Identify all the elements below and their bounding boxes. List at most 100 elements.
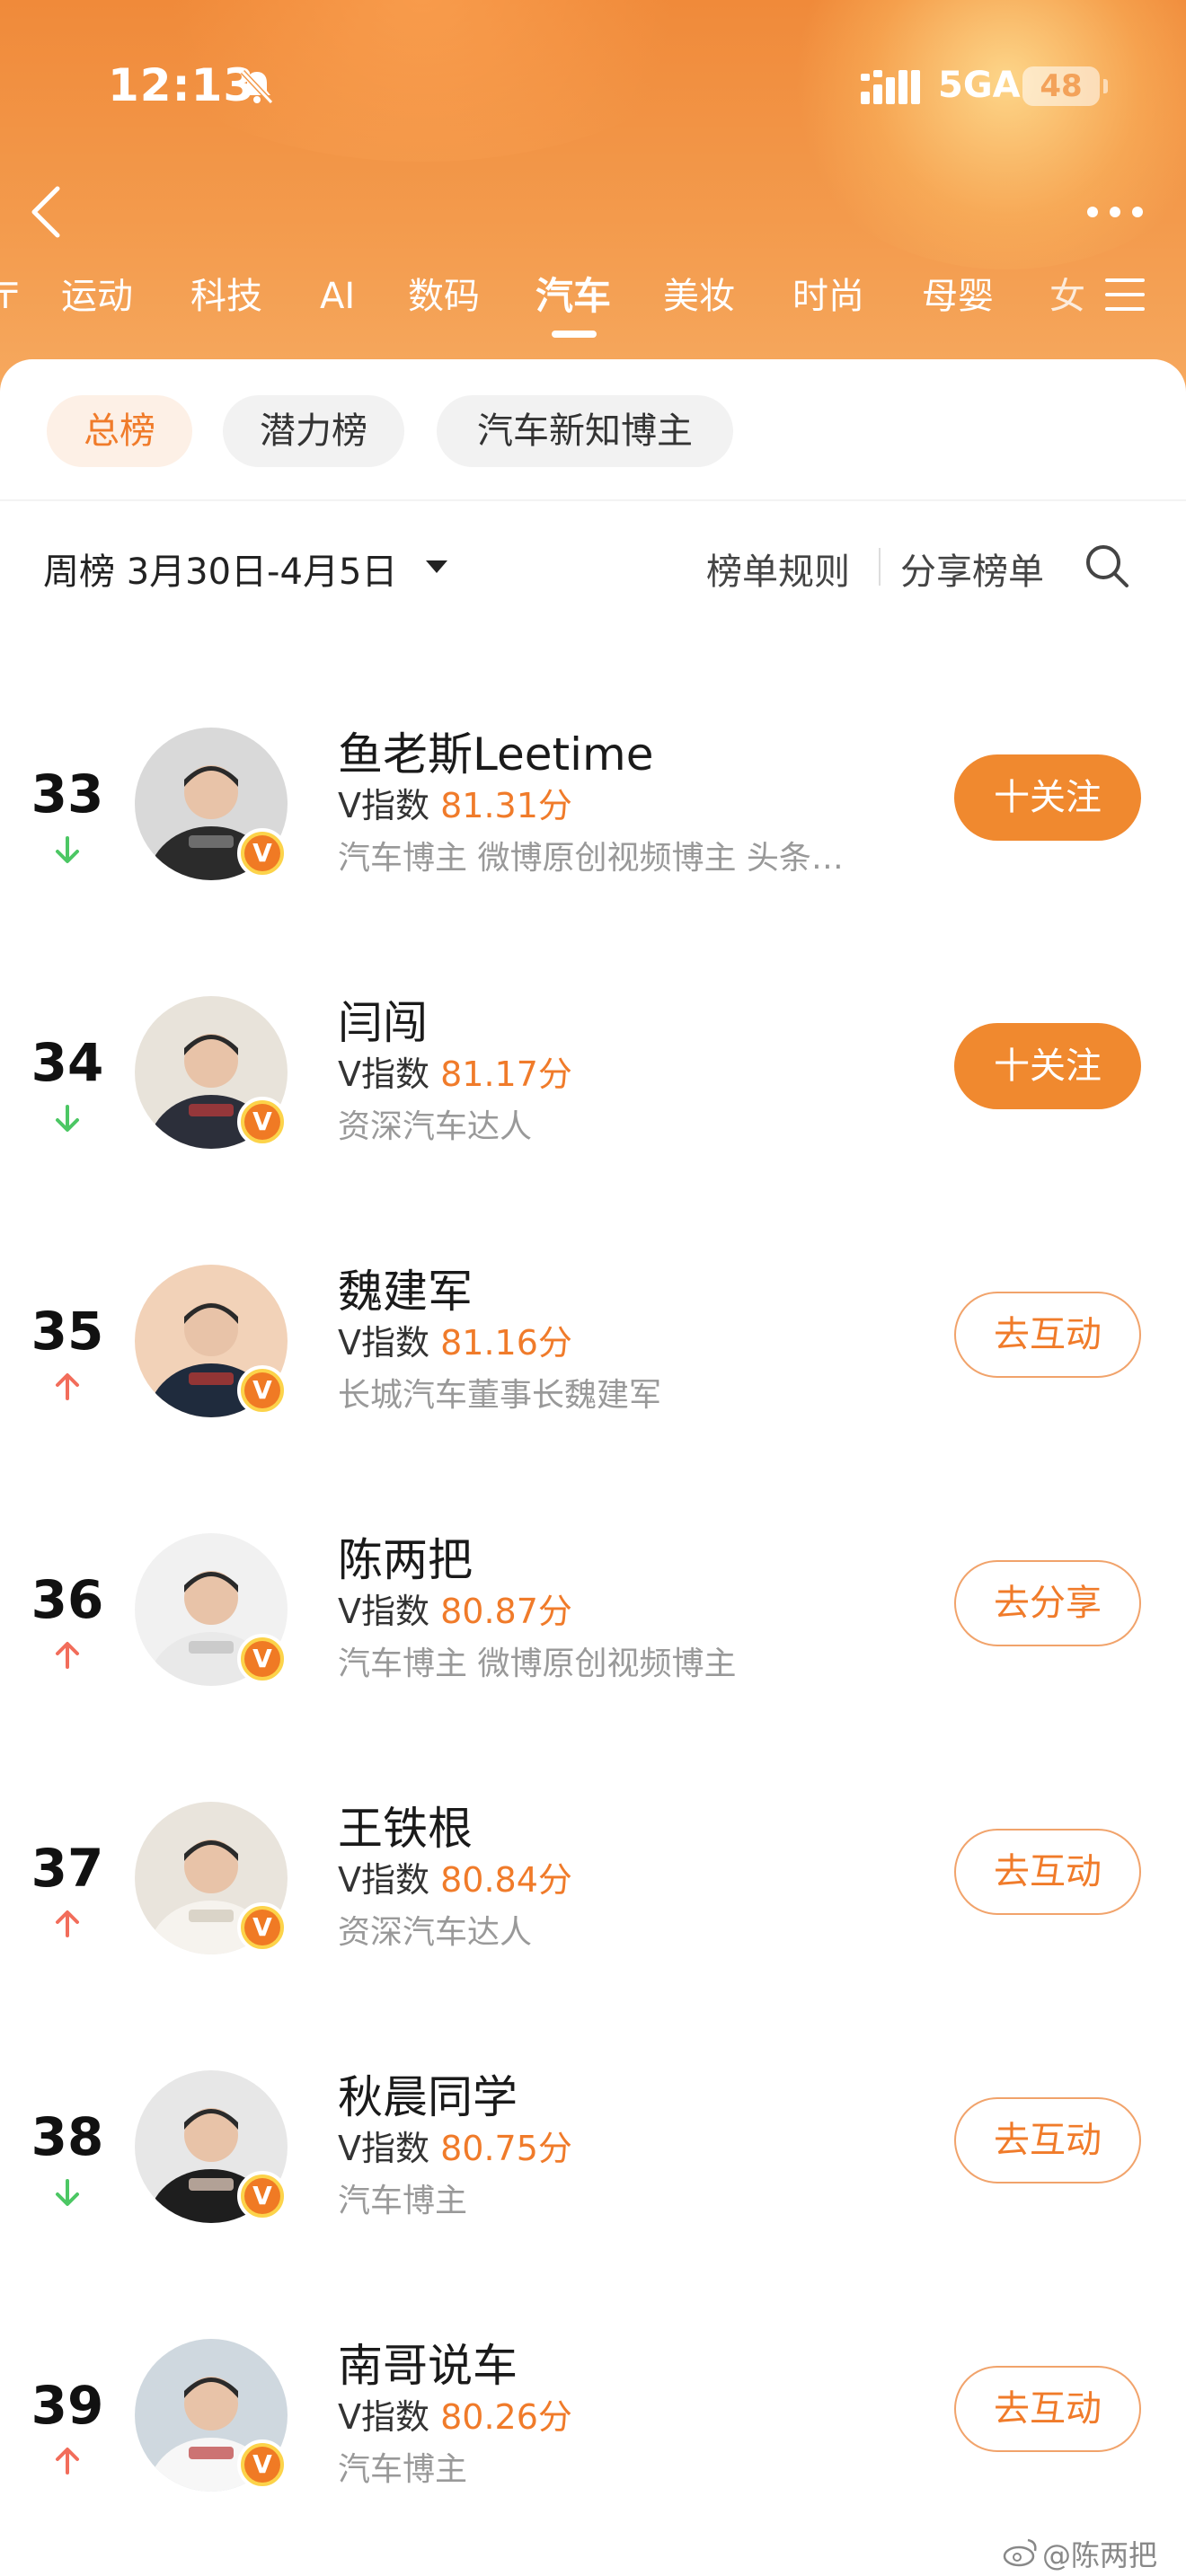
- ranking-rules-link[interactable]: 榜单规则: [706, 543, 850, 595]
- v-index-label: V指数: [338, 1860, 429, 1900]
- rank-number: 38: [31, 2106, 104, 2167]
- subtab-auto-new-bloggers[interactable]: 汽车新知博主: [437, 395, 733, 467]
- v-index-score: 81.16分: [440, 1323, 572, 1363]
- tab-tech[interactable]: 科技: [190, 269, 262, 323]
- blogger-name[interactable]: 陈两把: [338, 1524, 473, 1589]
- blogger-name[interactable]: 南哥说车: [338, 2330, 518, 2395]
- verified-badge-icon: V: [237, 1902, 288, 1953]
- v-index-score: 80.26分: [440, 2397, 572, 2437]
- watermark: @陈两把: [1042, 2538, 1158, 2572]
- ranking-row[interactable]: 36 V 陈两把 V指数 80.87分汽车博主 微博原创视频博主 去分享: [0, 1524, 1186, 1794]
- network-type: 5GA: [938, 65, 1021, 106]
- status-time: 12:13: [108, 59, 256, 111]
- v-index-label: V指数: [338, 786, 429, 825]
- divider: [0, 499, 1186, 501]
- blogger-description: 汽车博主 微博原创视频博主: [338, 1645, 737, 1682]
- interact-button[interactable]: 去互动: [954, 2366, 1141, 2452]
- more-icon[interactable]: [1084, 203, 1146, 221]
- trend-up-icon: [56, 2448, 79, 2475]
- ranking-row[interactable]: 37 V 王铁根 V指数 80.84分资深汽车达人 去互动: [0, 1793, 1186, 2062]
- blogger-description: 资深汽车达人: [338, 1914, 533, 1951]
- verified-badge-icon: V: [237, 2171, 288, 2221]
- signal-icon: [861, 70, 920, 104]
- v-index: V指数 81.16分: [338, 1315, 572, 1364]
- interact-button[interactable]: 去互动: [954, 1829, 1141, 1915]
- weibo-logo-icon: [1003, 2538, 1037, 2567]
- interact-button[interactable]: 去互动: [954, 2097, 1141, 2183]
- v-index-score: 80.87分: [440, 1592, 572, 1631]
- trend-down-icon: [56, 1105, 79, 1132]
- tab-sports[interactable]: 运动: [61, 269, 133, 323]
- bell-off-icon: [240, 69, 274, 105]
- share-ranking-link[interactable]: 分享榜单: [900, 543, 1044, 595]
- ranking-row[interactable]: 38 V 秋晨同学 V指数 80.75分汽车博主 去互动: [0, 2061, 1186, 2331]
- verified-badge-icon: V: [237, 828, 288, 878]
- v-index-label: V指数: [338, 2397, 429, 2437]
- ranking-row[interactable]: 35 V 魏建军 V指数 81.16分长城汽车董事长魏建军 去互动: [0, 1256, 1186, 1525]
- v-index: V指数 81.17分: [338, 1046, 572, 1096]
- blogger-name[interactable]: 王铁根: [338, 1793, 473, 1857]
- blogger-description: 汽车博主 微博原创视频博主 头条…: [338, 840, 844, 877]
- blogger-name[interactable]: 秋晨同学: [338, 2061, 518, 2126]
- v-index-score: 80.84分: [440, 1860, 572, 1900]
- v-index-label: V指数: [338, 2129, 429, 2168]
- rank-number: 37: [31, 1838, 104, 1899]
- tab-fashion[interactable]: 时尚: [792, 269, 864, 323]
- tab-mother-baby[interactable]: 母婴: [922, 269, 994, 323]
- v-index: V指数 80.75分: [338, 2121, 572, 2170]
- week-selector[interactable]: 周榜 3月30日-4月5日: [43, 543, 397, 595]
- v-index-label: V指数: [338, 1323, 429, 1363]
- blogger-description: 汽车博主: [338, 2451, 468, 2488]
- blogger-name[interactable]: 闫闯: [338, 987, 428, 1052]
- active-tab-indicator: [552, 331, 597, 338]
- v-index-score: 81.17分: [440, 1054, 572, 1094]
- subtab-potential[interactable]: 潜力榜: [223, 395, 404, 467]
- ranking-row[interactable]: 33 V 鱼老斯Leetime V指数 81.31分汽车博主 微博原创视频博主 头条……: [0, 719, 1186, 988]
- blogger-name[interactable]: 魏建军: [338, 1256, 473, 1320]
- rank-number: 36: [31, 1569, 104, 1630]
- blogger-description: 长城汽车董事长魏建军: [338, 1377, 662, 1414]
- rank-number: 34: [31, 1032, 104, 1093]
- rank-number: 33: [31, 763, 104, 825]
- menu-icon[interactable]: [1103, 275, 1146, 314]
- verified-badge-icon: V: [237, 1365, 288, 1416]
- rank-number: 39: [31, 2375, 104, 2436]
- ranking-row[interactable]: 34 V 闫闯 V指数 81.17分资深汽车达人 十关注: [0, 987, 1186, 1257]
- rank-number: 35: [31, 1301, 104, 1362]
- separator: [879, 548, 881, 586]
- trend-up-icon: [56, 1373, 79, 1400]
- trend-up-icon: [56, 1642, 79, 1669]
- tab-ai[interactable]: AI: [320, 269, 355, 323]
- v-index-label: V指数: [338, 1592, 429, 1631]
- tab-beauty[interactable]: 美妆: [663, 269, 735, 323]
- follow-button[interactable]: 十关注: [954, 1023, 1141, 1109]
- verified-badge-icon: V: [237, 1097, 288, 1147]
- v-index: V指数 80.26分: [338, 2389, 572, 2439]
- v-index: V指数 80.84分: [338, 1852, 572, 1901]
- verified-badge-icon: V: [237, 1634, 288, 1684]
- search-icon[interactable]: [1084, 543, 1130, 589]
- v-index-score: 81.31分: [440, 786, 572, 825]
- back-arrow-icon[interactable]: [25, 183, 68, 241]
- interact-button[interactable]: 去分享: [954, 1560, 1141, 1646]
- blogger-name[interactable]: 鱼老斯Leetime: [338, 719, 653, 783]
- battery-indicator: 48: [1022, 66, 1108, 106]
- subtab-overall[interactable]: 总榜: [47, 395, 192, 467]
- blogger-description: 资深汽车达人: [338, 1108, 533, 1145]
- verified-badge-icon: V: [237, 2439, 288, 2490]
- v-index: V指数 80.87分: [338, 1584, 572, 1633]
- v-index-score: 80.75分: [440, 2129, 572, 2168]
- interact-button[interactable]: 去互动: [954, 1292, 1141, 1378]
- follow-button[interactable]: 十关注: [954, 754, 1141, 841]
- tab-partial-right[interactable]: 女: [1049, 269, 1085, 323]
- trend-down-icon: [56, 836, 79, 863]
- caret-down-icon[interactable]: [426, 560, 447, 575]
- trend-down-icon: [56, 2179, 79, 2206]
- v-index: V指数 81.31分: [338, 778, 572, 827]
- v-index-label: V指数: [338, 1054, 429, 1094]
- trend-up-icon: [56, 1910, 79, 1937]
- blogger-description: 汽车博主: [338, 2183, 468, 2219]
- tab-auto[interactable]: 汽车: [535, 269, 611, 323]
- tab-partial-left[interactable]: 〒: [0, 269, 23, 323]
- tab-digital[interactable]: 数码: [408, 269, 480, 323]
